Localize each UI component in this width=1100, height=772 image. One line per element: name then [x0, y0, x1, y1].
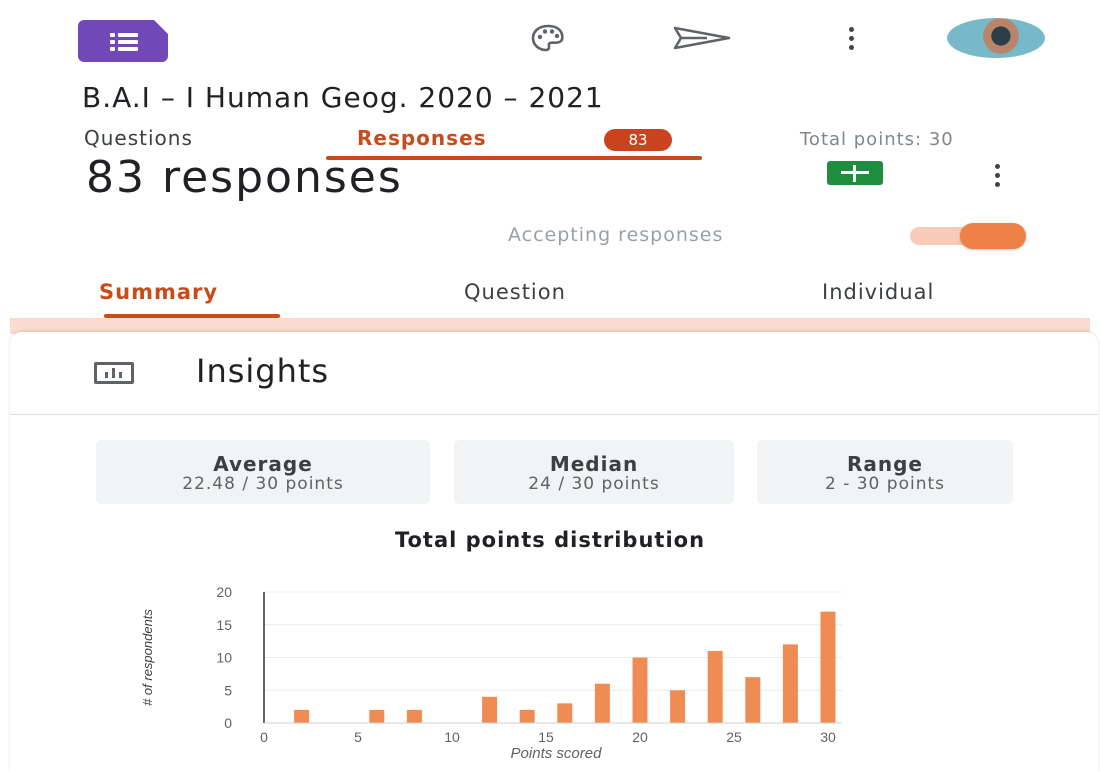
bar [294, 709, 310, 723]
sheets-icon-cross-v [853, 165, 856, 182]
divider [10, 414, 1098, 415]
stat-average-value: 22.48 / 30 points [182, 474, 344, 494]
x-axis-title: Points scored [511, 745, 603, 758]
toggle-knob[interactable] [960, 223, 1026, 249]
stat-range-label: Range [846, 452, 923, 476]
forms-icon-bullet [110, 47, 115, 51]
bar [557, 703, 573, 723]
bar [782, 644, 798, 723]
top-app-bar: B.A.I – I Human Geog. 2020 – 2021 Questi… [0, 0, 1100, 160]
responses-more-icon[interactable] [986, 160, 1008, 190]
stat-average: Average 22.48 / 30 points [96, 440, 430, 504]
bar [632, 657, 648, 723]
tab-questions[interactable]: Questions [84, 126, 193, 150]
x-tick-label: 15 [538, 729, 554, 745]
bar [745, 677, 761, 723]
forms-icon-line [118, 40, 138, 44]
more-dot [848, 26, 854, 32]
bar [820, 611, 836, 723]
stat-median: Median 24 / 30 points [454, 440, 734, 504]
y-tick-label: 20 [216, 584, 232, 600]
x-tick-label: 5 [354, 729, 362, 745]
more-dot [848, 35, 854, 41]
x-tick-label: 0 [260, 729, 268, 745]
forms-app-icon[interactable] [78, 20, 168, 62]
more-dot [994, 172, 1000, 178]
forms-icon-bullet [110, 33, 115, 37]
bar [707, 650, 723, 723]
insights-chart-icon [94, 362, 134, 384]
x-tick-label: 25 [726, 729, 742, 745]
chart-title: Total points distribution [394, 528, 706, 552]
y-tick-label: 15 [216, 617, 232, 633]
subtab-individual[interactable]: Individual [822, 280, 934, 304]
forms-icon-bullet [110, 40, 115, 44]
send-icon[interactable] [670, 20, 734, 56]
accepting-responses-label: Accepting responses [508, 224, 724, 246]
y-tick-label: 0 [224, 715, 232, 731]
stat-average-label: Average [213, 452, 313, 476]
bar [519, 709, 535, 723]
subtab-question[interactable]: Question [464, 280, 566, 304]
points-distribution-chart: 0 5 10 15 20 0 5 10 15 20 25 30 Points scored # of re… [140, 584, 842, 758]
bar [594, 683, 610, 723]
x-tick-label: 20 [632, 729, 648, 745]
x-tick-label: 30 [820, 729, 836, 745]
responses-count-heading: 83 responses [86, 152, 403, 203]
stat-range-value: 2 - 30 points [824, 474, 945, 494]
bar [482, 696, 498, 723]
responses-count-badge: 83 [604, 129, 672, 151]
bar [369, 709, 385, 723]
google-sheets-icon[interactable] [827, 161, 883, 185]
forms-icon-line [118, 47, 138, 51]
more-vert-icon[interactable] [831, 20, 871, 56]
y-tick-label: 10 [216, 650, 232, 666]
bar [670, 690, 686, 723]
stat-median-value: 24 / 30 points [528, 474, 660, 494]
tab-responses[interactable]: Responses [357, 126, 487, 150]
x-tick-label: 10 [444, 729, 460, 745]
bar [406, 709, 422, 723]
more-dot [994, 163, 1000, 169]
forms-icon-line [118, 33, 138, 37]
total-points-label: Total points: 30 [800, 129, 954, 150]
more-dot [994, 181, 1000, 187]
palette-icon[interactable] [528, 20, 568, 56]
y-axis-title: # of respondents [140, 609, 155, 706]
subtab-summary[interactable]: Summary [99, 280, 218, 304]
y-tick-label: 5 [224, 682, 232, 698]
stat-range: Range 2 - 30 points [757, 440, 1013, 504]
stat-median-label: Median [549, 452, 639, 476]
forms-icon-fold [154, 20, 168, 34]
insights-title: Insights [196, 352, 330, 390]
avatar[interactable] [947, 18, 1045, 58]
more-dot [848, 44, 854, 50]
form-title: B.A.I – I Human Geog. 2020 – 2021 [82, 81, 604, 114]
